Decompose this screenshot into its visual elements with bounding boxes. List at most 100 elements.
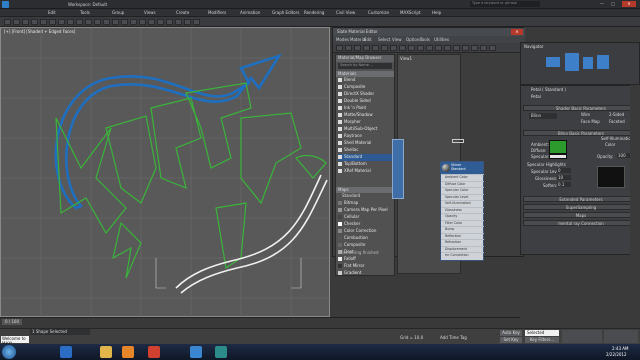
material-item[interactable]: Top/Bottom [338, 161, 394, 168]
maxscript-listener[interactable]: Welcome to MAX! [1, 336, 29, 346]
sme-tool-button[interactable] [381, 45, 388, 51]
sme-close-button[interactable]: ✕ [511, 29, 523, 35]
menu-maxscript[interactable]: MAXScript [400, 10, 421, 15]
menu-rendering[interactable]: Rendering [304, 10, 324, 15]
shader-rollout[interactable]: Shader Basic Parameters [523, 105, 639, 111]
sme-tool-button[interactable] [426, 45, 433, 51]
small-node[interactable] [452, 139, 464, 143]
toolbar-button[interactable] [94, 19, 101, 25]
setkey-button[interactable]: Set Key [500, 337, 522, 343]
sme-tool-button[interactable] [480, 45, 487, 51]
shader-option-checkbox[interactable]: Face Map [581, 119, 600, 124]
sme-menu-view[interactable]: View [392, 37, 402, 42]
menu-animation[interactable]: Animation [240, 10, 260, 15]
shader-option-checkbox[interactable]: Wire [581, 112, 590, 117]
menu-help[interactable]: Help [432, 10, 441, 15]
menu-modifiers[interactable]: Modifiers [208, 10, 226, 15]
toolbar-button[interactable] [4, 19, 11, 25]
time-slider-readout[interactable]: 0 / 100 [2, 319, 22, 325]
toolbar-button[interactable] [85, 19, 92, 25]
node-slot[interactable]: Opacity [441, 213, 484, 218]
maps-subheader[interactable]: Standard [340, 193, 394, 199]
sme-menu-tools[interactable]: Tools [420, 37, 430, 42]
rollout-collapsed[interactable]: Extended Parameters [523, 196, 639, 202]
menu-tools[interactable]: Tools [80, 10, 90, 15]
node-slot[interactable]: Ambient Color [441, 174, 484, 179]
media-icon[interactable] [122, 346, 134, 358]
toolbar-button[interactable] [22, 19, 29, 25]
shader-option-checkbox[interactable]: 2-Sided [609, 112, 624, 117]
sme-tool-button[interactable] [390, 45, 397, 51]
map-item[interactable]: Combustion [338, 235, 394, 242]
sme-tool-button[interactable] [435, 45, 442, 51]
app-icon-blue[interactable] [190, 346, 202, 358]
opacity-spinner[interactable]: 100 [617, 153, 631, 158]
maximize-button[interactable]: □ [611, 1, 621, 7]
sme-tool-button[interactable] [336, 45, 343, 51]
sme-tool-button[interactable] [489, 45, 496, 51]
minimize-button[interactable]: — [600, 1, 610, 7]
playback-controls[interactable] [562, 330, 602, 343]
node-slot[interactable]: Displacement [441, 245, 484, 251]
sme-tool-button[interactable] [345, 45, 352, 51]
sme-menu-select[interactable]: Select [378, 37, 390, 42]
slate-material-editor[interactable]: Slate Material Editor ✕ Modes Material Edi… [332, 27, 525, 276]
view-navigation[interactable] [604, 330, 638, 343]
map-item[interactable]: Cellular [338, 214, 394, 221]
node-slot[interactable]: Glossiness [441, 206, 484, 212]
selected-dropdown[interactable]: Selected [525, 330, 559, 336]
rollout-collapsed[interactable]: SuperSampling [523, 204, 639, 210]
search-field[interactable]: Type a keyword or phrase [470, 1, 540, 7]
node-slot[interactable]: Filter Color [441, 219, 484, 225]
toolbar-button[interactable] [67, 19, 74, 25]
sme-tool-button[interactable] [399, 45, 406, 51]
toolbar-button[interactable] [40, 19, 47, 25]
material-item[interactable]: Matte/Shadow [338, 112, 394, 119]
material-item[interactable]: Shell Material [338, 140, 394, 147]
material-item[interactable]: Shellac [338, 147, 394, 154]
material-item[interactable]: Blend [338, 77, 394, 84]
toolbar-button[interactable] [139, 19, 146, 25]
material-item[interactable]: Multi/Sub-Object [338, 126, 394, 133]
navigator-panel[interactable]: Navigator [520, 42, 640, 85]
viewport-front[interactable]: [+] [Front] [Shaded + Edged Faces] [0, 27, 331, 318]
sme-title-bar[interactable]: Slate Material Editor ✕ [333, 28, 525, 36]
color-checkbox-label[interactable]: Color [605, 142, 615, 147]
browser-search[interactable]: Search by Name ... [338, 63, 392, 69]
toolbar-button[interactable] [76, 19, 83, 25]
selected-node[interactable] [392, 139, 404, 199]
material-item[interactable]: Composite [338, 84, 394, 91]
toolbar-button[interactable] [157, 19, 164, 25]
menu-edit[interactable]: Edit [48, 10, 56, 15]
menu-create[interactable]: Create [176, 10, 189, 15]
menu-group[interactable]: Group [112, 10, 124, 15]
toolbar-button[interactable] [58, 19, 65, 25]
autokey-button[interactable]: Auto Key [500, 330, 522, 336]
toolbar-button[interactable] [184, 19, 191, 25]
view-tab[interactable]: View1 [400, 56, 412, 61]
key-filters-button[interactable]: Key Filters... [525, 337, 559, 343]
node-slot[interactable]: Refraction [441, 239, 484, 244]
menu-views[interactable]: Views [144, 10, 156, 15]
close-button[interactable]: ✕ [622, 1, 636, 7]
map-item[interactable]: Composite [338, 242, 394, 249]
node-slot[interactable]: Specular Color [441, 187, 484, 192]
toolbar-button[interactable] [148, 19, 155, 25]
node-slot[interactable]: mr Connection [441, 252, 484, 257]
node-slot[interactable]: Bump [441, 226, 484, 231]
toolbar-button[interactable] [166, 19, 173, 25]
rollout-collapsed[interactable]: mental ray Connection [523, 220, 639, 226]
ie-icon[interactable] [60, 346, 72, 358]
glossiness-spinner[interactable]: 10 [557, 175, 571, 180]
map-item[interactable]: Color Correction [338, 228, 394, 235]
material-item[interactable]: Standard [338, 154, 394, 161]
menu-customize[interactable]: Customize [368, 10, 389, 15]
sme-tool-button[interactable] [462, 45, 469, 51]
material-item[interactable]: DirectX Shader [338, 91, 394, 98]
map-item[interactable]: Camera Map Per Pixel [338, 207, 394, 214]
toolbar-button[interactable] [121, 19, 128, 25]
material-item[interactable]: Ink 'n Paint [338, 105, 394, 112]
toolbar-button[interactable] [193, 19, 200, 25]
add-time-tag-button[interactable]: Add Time Tag [440, 335, 467, 340]
map-item[interactable]: Bitmap [338, 200, 394, 207]
